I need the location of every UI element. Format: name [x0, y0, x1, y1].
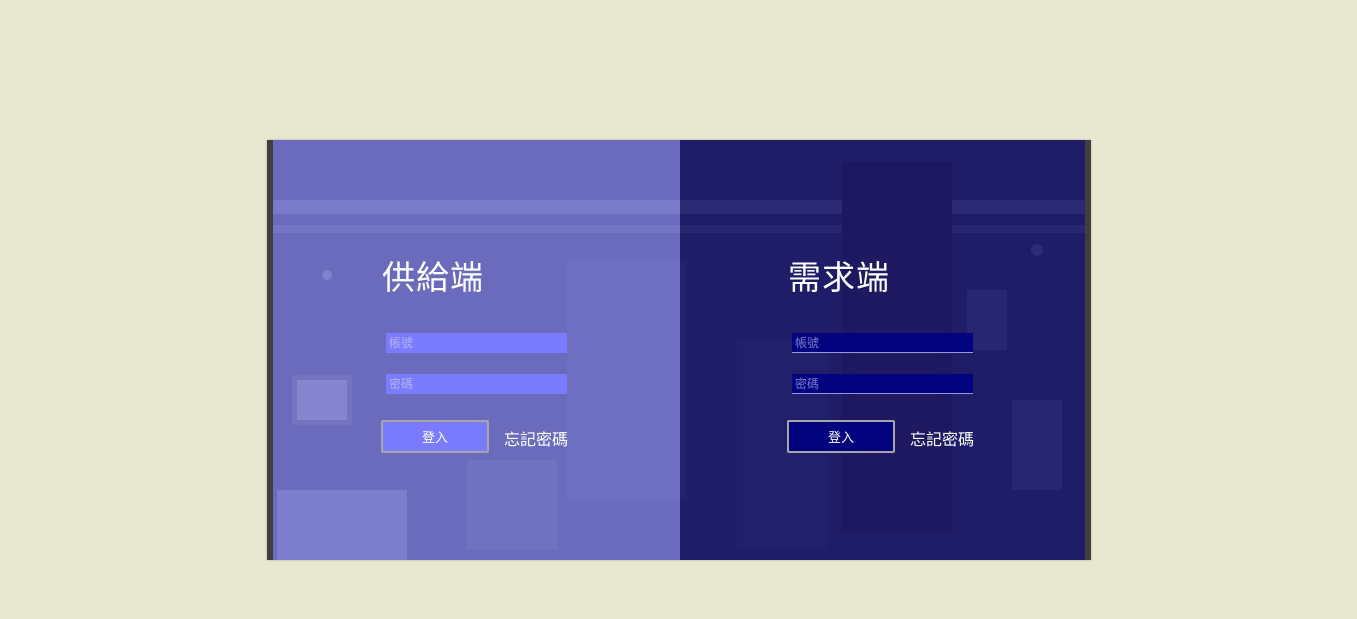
- supply-login-panel: 供給端 登入 忘記密碼: [267, 140, 680, 560]
- card-right-edge: [1085, 140, 1091, 560]
- supply-login-button[interactable]: 登入: [381, 420, 489, 453]
- demand-forgot-password-link[interactable]: 忘記密碼: [910, 426, 974, 450]
- demand-account-input[interactable]: [792, 333, 973, 353]
- supply-account-input[interactable]: [386, 333, 567, 353]
- supply-password-input[interactable]: [386, 374, 567, 394]
- login-card: 供給端 登入 忘記密碼 需求端 登入 忘記密碼: [267, 140, 1091, 560]
- demand-login-panel: 需求端 登入 忘記密碼: [680, 140, 1091, 560]
- demand-password-input[interactable]: [792, 374, 973, 394]
- supply-title: 供給端: [382, 258, 484, 297]
- supply-forgot-password-link[interactable]: 忘記密碼: [504, 426, 568, 450]
- demand-title: 需求端: [788, 258, 890, 297]
- card-left-edge: [267, 140, 273, 560]
- demand-login-button[interactable]: 登入: [787, 420, 895, 453]
